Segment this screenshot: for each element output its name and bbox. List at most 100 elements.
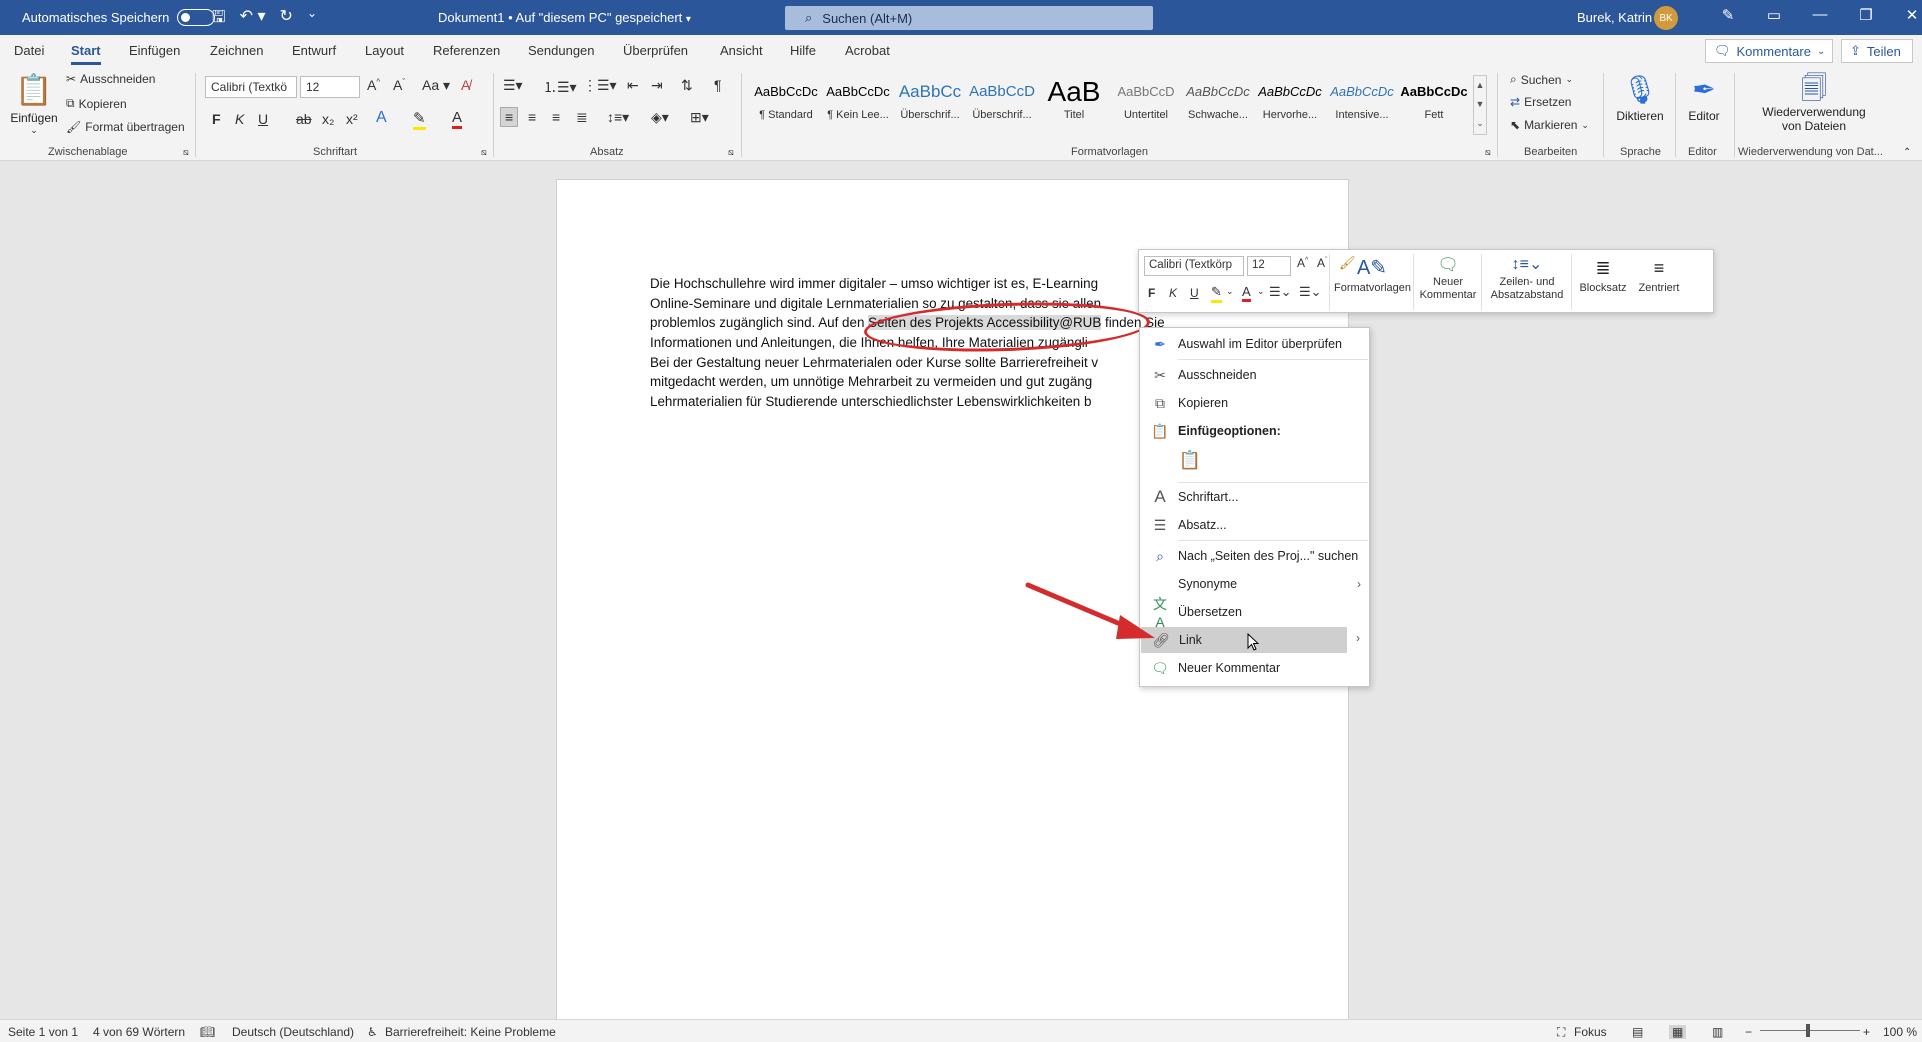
tab-ansicht[interactable]: Ansicht bbox=[720, 43, 763, 58]
highlight-icon[interactable]: ✎ bbox=[1211, 284, 1222, 303]
format-painter-button[interactable]: 🖌 Format übertragen bbox=[66, 120, 185, 134]
subscript-button[interactable]: x₂ bbox=[322, 111, 334, 127]
shrink-font-icon[interactable]: Aˇ bbox=[1317, 256, 1327, 270]
comments-button[interactable]: 🗨 Kommentare ⌄ bbox=[1705, 39, 1833, 63]
multilevel-list-icon[interactable]: ⋮☰▾ bbox=[583, 77, 617, 94]
replace-button[interactable]: ⇄ Ersetzen bbox=[1510, 95, 1571, 109]
mini-new-comment-button[interactable]: 🗨 Neuer Kommentar bbox=[1418, 254, 1478, 302]
dialog-launcher-icon[interactable]: ⧅ bbox=[1485, 147, 1491, 158]
select-button[interactable]: ⬉ Markieren ⌄ bbox=[1510, 118, 1589, 132]
style-emphasis[interactable]: AaBbCcDc Hervorhe... bbox=[1255, 75, 1325, 133]
undo-icon[interactable]: ↶ ▾ bbox=[240, 6, 266, 33]
accessibility-status[interactable]: Barrierefreiheit: Keine Probleme bbox=[385, 1025, 556, 1039]
menu-item-paragraph[interactable]: ☰ Absatz... bbox=[1140, 512, 1369, 538]
mini-line-spacing-button[interactable]: ↕≡⌄ Zeilen- und Absatzabstand bbox=[1486, 254, 1568, 302]
user-name[interactable]: Burek, Katrin bbox=[1577, 10, 1652, 25]
decrease-indent-icon[interactable]: ⇤ bbox=[627, 77, 639, 94]
mini-font-size-combo[interactable]: 12 bbox=[1247, 256, 1291, 276]
find-button[interactable]: ⌕ Suchen ⌄ bbox=[1510, 72, 1573, 87]
ribbon-display-icon[interactable]: ▭ bbox=[1751, 6, 1797, 24]
paste-keep-text-only-icon[interactable]: 📋 bbox=[1178, 450, 1202, 476]
italic-button[interactable]: K bbox=[235, 111, 244, 127]
menu-item-synonyms[interactable]: Synonyme › bbox=[1140, 571, 1369, 597]
style-intense-emphasis[interactable]: AaBbCcDc Intensive... bbox=[1327, 75, 1397, 133]
reuse-files-button[interactable]: 🗐 Wiederverwendung von Dateien bbox=[1750, 71, 1878, 133]
font-color-icon[interactable]: A bbox=[1242, 284, 1251, 302]
copy-button[interactable]: ⧉ Kopieren bbox=[66, 96, 127, 111]
minimize-icon[interactable]: — bbox=[1797, 6, 1843, 24]
chevron-down-icon[interactable]: ⌄ bbox=[1226, 286, 1234, 297]
menu-item-new-comment[interactable]: 🗨 Neuer Kommentar bbox=[1140, 655, 1369, 681]
save-icon[interactable]: 🖫 bbox=[212, 6, 226, 33]
numbering-icon[interactable]: ☰⌄ bbox=[1299, 284, 1322, 300]
tab-datei[interactable]: Datei bbox=[14, 43, 44, 58]
menu-item-cut[interactable]: ✂ Ausschneiden bbox=[1140, 362, 1369, 388]
numbering-icon[interactable]: ⒈☰▾ bbox=[543, 77, 577, 97]
redo-icon[interactable]: ↻ bbox=[280, 6, 293, 33]
change-case-icon[interactable]: Aa ▾ bbox=[422, 77, 450, 94]
menu-item-font[interactable]: A Schriftart... bbox=[1140, 484, 1369, 510]
menu-item-link[interactable]: 🔗︎ Link bbox=[1141, 627, 1347, 653]
style-title[interactable]: AaB Titel bbox=[1039, 75, 1109, 133]
style-strong[interactable]: AaBbCcDc Fett bbox=[1399, 75, 1469, 133]
style-heading2[interactable]: AaBbCcD Überschrif... bbox=[967, 75, 1037, 133]
dictate-button[interactable]: 🎙 Diktieren bbox=[1612, 71, 1668, 123]
menu-item-check-in-editor[interactable]: ✒ Auswahl im Editor überprüfen bbox=[1140, 331, 1369, 357]
chevron-right-icon[interactable]: › bbox=[1356, 631, 1360, 645]
tab-zeichnen[interactable]: Zeichnen bbox=[210, 43, 263, 58]
mini-justify-button[interactable]: ≣ Blocksatz bbox=[1575, 254, 1631, 295]
style-kein-leerraum[interactable]: AaBbCcDc ¶ Kein Lee... bbox=[823, 75, 893, 133]
borders-icon[interactable]: ⊞▾ bbox=[690, 109, 709, 126]
tab-referenzen[interactable]: Referenzen bbox=[433, 43, 500, 58]
mini-underline-button[interactable]: U bbox=[1190, 286, 1199, 300]
editor-button[interactable]: ✒ Editor bbox=[1682, 71, 1726, 123]
tab-layout[interactable]: Layout bbox=[365, 43, 404, 58]
tab-acrobat[interactable]: Acrobat bbox=[845, 43, 890, 58]
bullets-icon[interactable]: ☰▾ bbox=[503, 77, 523, 94]
style-subtle-emphasis[interactable]: AaBbCcDc Schwache... bbox=[1183, 75, 1253, 133]
search-box[interactable]: ⌕ Suchen (Alt+M) bbox=[785, 6, 1153, 30]
sort-icon[interactable]: ⇅ bbox=[681, 77, 693, 94]
menu-item-copy[interactable]: ⧉ Kopieren bbox=[1140, 390, 1369, 416]
zoom-out-icon[interactable]: − bbox=[1745, 1025, 1752, 1039]
mini-styles-button[interactable]: A✎ Formatvorlagen bbox=[1334, 254, 1411, 295]
dialog-launcher-icon[interactable]: ⧅ bbox=[728, 147, 734, 158]
mini-bold-button[interactable]: F bbox=[1148, 286, 1155, 300]
tab-sendungen[interactable]: Sendungen bbox=[528, 43, 595, 58]
highlight-icon[interactable]: ✎ bbox=[413, 109, 426, 130]
dialog-launcher-icon[interactable]: ⧅ bbox=[481, 147, 487, 158]
justify-icon[interactable]: ≣ bbox=[576, 109, 588, 126]
zoom-slider-thumb[interactable] bbox=[1806, 1024, 1810, 1037]
font-name-combo[interactable]: Calibri (Textkö bbox=[205, 76, 297, 98]
align-center-icon[interactable]: ≡ bbox=[528, 109, 536, 125]
font-size-combo[interactable]: 12 bbox=[300, 76, 360, 98]
zoom-slider[interactable] bbox=[1760, 1030, 1860, 1031]
mini-center-button[interactable]: ≡ Zentriert bbox=[1631, 254, 1687, 295]
menu-item-translate[interactable]: 文A Übersetzen bbox=[1140, 596, 1369, 630]
clear-formatting-icon[interactable]: A̸ bbox=[461, 77, 470, 93]
align-left-icon[interactable]: ≡ bbox=[500, 107, 519, 127]
collapse-ribbon-icon[interactable]: ⌃ bbox=[1903, 147, 1911, 158]
style-heading1[interactable]: AaBbCc Überschrif... bbox=[895, 75, 965, 133]
grow-font-icon[interactable]: A^ bbox=[1297, 256, 1308, 270]
share-button[interactable]: ⇪ Teilen bbox=[1841, 39, 1913, 63]
dialog-launcher-icon[interactable]: ⧅ bbox=[183, 147, 189, 158]
read-mode-icon[interactable]: ▤ bbox=[1632, 1025, 1643, 1039]
bullets-icon[interactable]: ☰⌄ bbox=[1269, 284, 1292, 300]
focus-mode[interactable]: Fokus bbox=[1574, 1025, 1607, 1039]
print-layout-icon[interactable]: ▦ bbox=[1669, 1025, 1687, 1039]
avatar[interactable]: BK bbox=[1654, 6, 1678, 30]
underline-button[interactable]: U bbox=[258, 111, 268, 127]
word-count[interactable]: 4 von 69 Wörtern bbox=[93, 1025, 185, 1039]
superscript-button[interactable]: x² bbox=[346, 111, 358, 127]
language[interactable]: Deutsch (Deutschland) bbox=[232, 1025, 354, 1039]
line-spacing-icon[interactable]: ↕≡▾ bbox=[607, 109, 629, 126]
proofing-icon[interactable]: 📖︎ bbox=[200, 1025, 215, 1039]
zoom-in-icon[interactable]: + bbox=[1863, 1025, 1870, 1039]
align-right-icon[interactable]: ≡ bbox=[552, 109, 560, 125]
tab-entwurf[interactable]: Entwurf bbox=[292, 43, 336, 58]
customize-qat-icon[interactable]: ⌄ bbox=[307, 6, 317, 33]
font-color-icon[interactable]: A bbox=[452, 109, 463, 129]
close-icon[interactable]: ✕ bbox=[1889, 6, 1922, 24]
shading-icon[interactable]: ◈▾ bbox=[651, 109, 669, 126]
